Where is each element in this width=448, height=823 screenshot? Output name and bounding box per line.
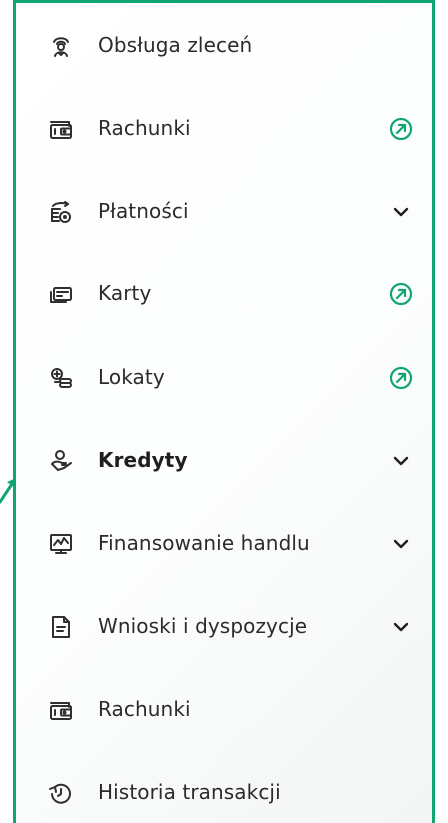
trade-finance-icon xyxy=(47,530,75,558)
menu-item-deposits[interactable]: Lokaty xyxy=(16,353,432,403)
menu-item-label: Karty xyxy=(98,281,152,305)
menu-item-label: Finansowanie handlu xyxy=(98,531,310,555)
menu-item-label: Płatności xyxy=(98,199,189,223)
wallet-icon xyxy=(47,115,75,143)
payments-icon xyxy=(47,198,75,226)
menu-item-order-handling[interactable]: Obsługa zleceń xyxy=(16,21,432,71)
card-icon xyxy=(47,280,75,308)
menu-item-label: Lokaty xyxy=(98,365,165,389)
wallet-icon xyxy=(47,696,75,724)
menu-item-accounts[interactable]: Rachunki xyxy=(16,104,432,154)
screen: Obsługa zleceń Rachunki Płatności Karty … xyxy=(0,0,448,823)
menu-item-loans[interactable]: Kredyty xyxy=(16,436,432,486)
menu-item-label: Historia transakcji xyxy=(98,780,281,804)
menu-item-label: Wnioski i dyspozycje xyxy=(98,614,308,638)
menu-item-payments[interactable]: Płatności xyxy=(16,187,432,237)
external-link-icon[interactable] xyxy=(388,116,414,142)
menu-item-cards[interactable]: Karty xyxy=(16,269,432,319)
menu-item-label: Rachunki xyxy=(98,697,191,721)
loans-icon xyxy=(47,447,75,475)
order-handling-icon xyxy=(47,32,75,60)
menu-item-accounts-secondary[interactable]: Rachunki xyxy=(16,685,432,735)
external-link-icon[interactable] xyxy=(388,281,414,307)
menu-item-label: Rachunki xyxy=(98,116,191,140)
chevron-down-icon[interactable] xyxy=(388,448,414,474)
menu-item-label: Kredyty xyxy=(98,448,188,472)
navigation-menu: Obsługa zleceń Rachunki Płatności Karty … xyxy=(13,0,435,823)
menu-item-trade-finance[interactable]: Finansowanie handlu xyxy=(16,519,432,569)
menu-item-label: Obsługa zleceń xyxy=(98,33,253,57)
menu-item-applications[interactable]: Wnioski i dyspozycje xyxy=(16,602,432,652)
chevron-down-icon[interactable] xyxy=(388,199,414,225)
menu-item-transaction-history[interactable]: Historia transakcji xyxy=(16,768,432,818)
chevron-down-icon[interactable] xyxy=(388,531,414,557)
external-link-icon[interactable] xyxy=(388,365,414,391)
history-icon xyxy=(47,779,75,807)
chevron-down-icon[interactable] xyxy=(388,614,414,640)
document-icon xyxy=(47,613,75,641)
deposits-icon xyxy=(47,364,75,392)
